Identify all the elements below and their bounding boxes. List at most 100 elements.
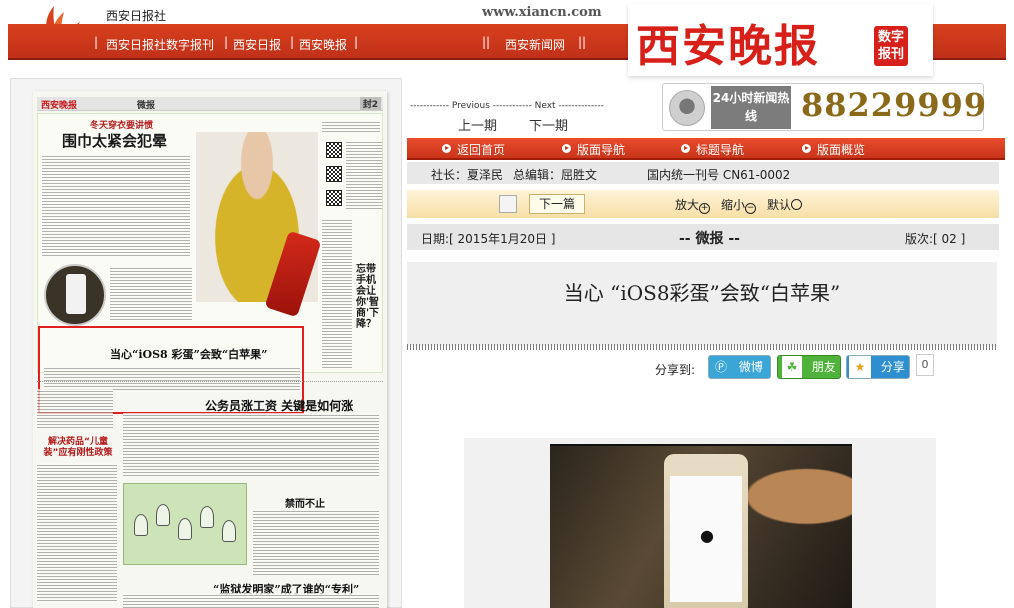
masthead-info: 社长：夏泽民 总编辑：屈胜文 国内统一刊号 CN61-0002 bbox=[407, 162, 999, 184]
nav-separator: | bbox=[354, 35, 359, 49]
star-icon: ★ bbox=[849, 356, 871, 378]
tab-page-nav[interactable]: 版面导航 bbox=[577, 141, 625, 158]
broken-image-icon bbox=[499, 195, 517, 213]
apple-logo-icon: ● bbox=[700, 526, 714, 545]
side-article-headline[interactable]: 解决药品“儿童装”应有刚性政策 bbox=[43, 437, 113, 459]
share-label: 分享到: bbox=[655, 363, 696, 377]
issn-info: 国内统一刊号 CN61-0002 bbox=[647, 168, 791, 182]
newspaper-page-image[interactable]: 西安晚报 微报 封2 冬天穿衣要讲惯 围巾太紧会犯晕 忘带手机会让你'智商'下降… bbox=[33, 91, 387, 608]
nav-separator: | bbox=[224, 35, 229, 49]
zoom-in-control[interactable]: 放大 + bbox=[675, 196, 711, 214]
brand-tag: 数字报刊 bbox=[874, 26, 908, 66]
arrow-bullet-icon bbox=[802, 144, 811, 153]
newspaper-page-viewer: 西安晚报 微报 封2 冬天穿衣要讲惯 围巾太紧会犯晕 忘带手机会让你'智商'下降… bbox=[10, 78, 402, 608]
circle-icon bbox=[791, 199, 803, 210]
iphone-white-screen: ● bbox=[670, 476, 742, 602]
cartoon-figure bbox=[178, 518, 192, 540]
article-text-block bbox=[37, 463, 117, 603]
article-photo-area: ● bbox=[464, 438, 936, 608]
article-text-block bbox=[42, 154, 190, 258]
tab-page-overview[interactable]: 版面概览 bbox=[817, 141, 865, 158]
cartoon-figure bbox=[156, 504, 170, 526]
arrow-bullet-icon bbox=[681, 144, 690, 153]
side-column-title: 忘带手机会让你'智商'下降？ bbox=[356, 264, 380, 330]
minus-icon: − bbox=[745, 203, 757, 214]
zoom-in-label: 放大 bbox=[675, 198, 700, 212]
share-weibo-button[interactable]: Ⓟ 微博 bbox=[708, 355, 771, 379]
nav-separator: || bbox=[578, 35, 587, 49]
title-divider bbox=[407, 344, 997, 350]
article-text-block bbox=[322, 218, 352, 368]
date-bar: 日期:[ 2015年1月20日 ] -- 微报 -- 版次:[ 02 ] bbox=[407, 224, 999, 250]
arrow-bullet-icon bbox=[442, 144, 451, 153]
article-text-block bbox=[346, 140, 382, 210]
brand-logo: 西安晚报 数字报刊 bbox=[628, 4, 933, 76]
pager-dash: ------------ bbox=[410, 101, 452, 111]
paper-logo: 西安晚报 bbox=[41, 101, 78, 111]
article-text-block bbox=[253, 509, 379, 575]
page-nav-tabs: 返回首页 版面导航 标题导航 版面概览 bbox=[407, 138, 1005, 160]
next-caption: Next bbox=[534, 101, 556, 111]
article-toolbar: 下一篇 放大 + 缩小 − 默认 bbox=[407, 190, 999, 218]
tab-home[interactable]: 返回首页 bbox=[457, 141, 505, 158]
next-issue-link[interactable]: 下一期 bbox=[529, 115, 568, 134]
cartoon-figure bbox=[222, 520, 236, 542]
share-count: 0 bbox=[916, 354, 934, 376]
section-name: -- 微报 -- bbox=[679, 231, 740, 247]
iphone-device: ● bbox=[664, 454, 748, 608]
paper-page-number: 封2 bbox=[359, 97, 381, 110]
arrow-bullet-icon bbox=[562, 144, 571, 153]
share-weibo-label: 微博 bbox=[738, 360, 763, 374]
next-article-button[interactable]: 下一篇 bbox=[529, 194, 585, 214]
article-text-block bbox=[123, 593, 379, 608]
cartoon-figure bbox=[200, 506, 214, 528]
zoom-out-control[interactable]: 缩小 − bbox=[721, 196, 757, 214]
telephone-icon bbox=[669, 90, 705, 126]
nav-separator: || bbox=[482, 35, 491, 49]
nav-link-xian-daily[interactable]: 西安日报 bbox=[233, 36, 281, 53]
ios-article-headline[interactable]: 当心“iOS8 彩蛋”会致“白苹果” bbox=[110, 346, 268, 362]
hotline-label: 24小时新闻热线 bbox=[711, 86, 791, 129]
paper-category: 微报 bbox=[137, 101, 156, 111]
previous-issue-link[interactable]: 上一期 bbox=[458, 115, 497, 134]
nav-link-xian-news[interactable]: 西安新闻网 bbox=[505, 36, 565, 53]
zoom-default-label: 默认 bbox=[767, 198, 792, 212]
issue-date: 日期:[ 2015年1月20日 ] bbox=[421, 232, 556, 246]
lower-article-headline[interactable]: 公务员涨工资 关键是如何涨 bbox=[205, 397, 353, 414]
site-header: 西安日报社 www.xiancn.com | 西安日报社数字报刊 | 西安日报 … bbox=[0, 0, 1014, 76]
brand-title: 西安晚报 bbox=[636, 21, 820, 72]
editor-info: 总编辑：屈胜文 bbox=[513, 168, 598, 182]
mini-article-headline[interactable]: 禁而不止 bbox=[285, 495, 325, 510]
share-friends-button[interactable]: ☘ 朋友 bbox=[777, 355, 841, 379]
qr-code-icon bbox=[326, 166, 342, 182]
issue-pager-caption: ------------ Previous ------------ Next … bbox=[410, 101, 604, 111]
nav-separator: | bbox=[290, 35, 295, 49]
president-info: 社长：夏泽民 bbox=[431, 168, 504, 182]
zoom-default-control[interactable]: 默认 bbox=[767, 196, 803, 213]
hotline-number: 88229999 bbox=[801, 86, 988, 124]
tab-title-nav[interactable]: 标题导航 bbox=[696, 141, 744, 158]
article-text-block bbox=[37, 389, 113, 429]
cartoon-figure bbox=[134, 514, 148, 536]
qr-code-icon bbox=[326, 190, 342, 206]
qr-code-icon bbox=[326, 142, 342, 158]
nav-link-digital-paper[interactable]: 西安日报社数字报刊 bbox=[106, 36, 214, 53]
share-friends-label: 朋友 bbox=[811, 360, 836, 374]
weibo-icon: Ⓟ bbox=[715, 360, 728, 374]
nav-link-xian-evening[interactable]: 西安晚报 bbox=[299, 36, 347, 53]
page-number: 版次:[ 02 ] bbox=[905, 232, 966, 246]
lead-headline: 围巾太紧会犯晕 bbox=[62, 132, 168, 150]
news-hotline: 24小时新闻热线 88229999 bbox=[662, 83, 988, 131]
article-title: 当心 “iOS8彩蛋”会致“白苹果” bbox=[407, 262, 997, 346]
article-text-block bbox=[322, 120, 380, 132]
section-divider bbox=[37, 381, 383, 385]
site-url[interactable]: www.xiancn.com bbox=[482, 5, 602, 20]
clover-icon: ☘ bbox=[782, 356, 802, 378]
paper-masthead: 西安晚报 微报 封2 bbox=[37, 97, 383, 111]
lead-story-area[interactable]: 冬天穿衣要讲惯 围巾太紧会犯晕 忘带手机会让你'智商'下降？ 当心“iOS8 彩… bbox=[37, 113, 383, 414]
pager-dash: ------------ bbox=[489, 101, 535, 111]
article-text-block bbox=[123, 413, 379, 477]
share-button[interactable]: ★ 分享 bbox=[846, 355, 910, 379]
share-label-text: 分享 bbox=[880, 360, 905, 374]
zoom-out-label: 缩小 bbox=[721, 198, 746, 212]
